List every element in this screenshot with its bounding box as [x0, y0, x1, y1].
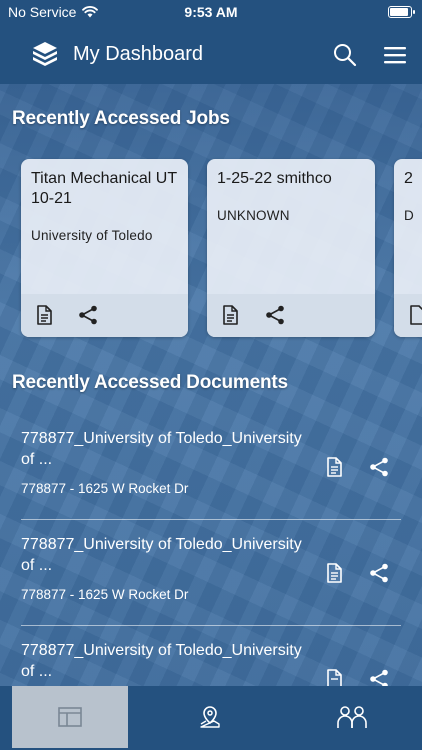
- share-icon[interactable]: [264, 304, 286, 326]
- document-meta: 778877 - 1625 W Rocket Dr: [21, 587, 189, 602]
- job-card[interactable]: 1-25-22 smithco UNKNOWN: [207, 159, 375, 337]
- job-card-subtitle: UNKNOWN: [217, 208, 290, 223]
- job-card-actions: [394, 294, 422, 337]
- map-pin-icon: [200, 706, 220, 728]
- cube-stack-icon: [33, 42, 57, 66]
- document-icon[interactable]: [323, 668, 345, 686]
- dashboard-content[interactable]: Recently Accessed Jobs Titan Mechanical …: [0, 84, 422, 686]
- app-header: My Dashboard: [0, 26, 422, 84]
- job-card-actions: [21, 294, 188, 337]
- document-icon[interactable]: [33, 304, 55, 326]
- battery-icon: [388, 6, 415, 18]
- tab-people[interactable]: [281, 686, 422, 750]
- document-icon[interactable]: [323, 456, 345, 478]
- document-list-item[interactable]: 778877_University of Toledo_University o…: [0, 626, 422, 686]
- page-title: My Dashboard: [73, 43, 204, 65]
- status-bar: No Service 9:53 AM: [0, 0, 422, 26]
- document-list-item[interactable]: 778877_University of Toledo_University o…: [0, 520, 422, 626]
- status-time: 9:53 AM: [184, 4, 238, 20]
- document-title: 778877_University of Toledo_University o…: [21, 430, 302, 468]
- job-card-actions: [207, 294, 375, 337]
- document-icon[interactable]: [406, 304, 422, 326]
- document-icon[interactable]: [323, 562, 345, 584]
- job-card-subtitle: D: [404, 208, 414, 223]
- tab-dashboard[interactable]: [12, 686, 128, 748]
- document-icon[interactable]: [219, 304, 241, 326]
- document-meta: 778877 - 1625 W Rocket Dr: [21, 481, 189, 496]
- document-list-item[interactable]: 778877_University of Toledo_University o…: [0, 414, 422, 520]
- share-icon[interactable]: [368, 562, 390, 584]
- job-card-title: 2: [404, 170, 413, 187]
- job-card[interactable]: Titan Mechanical UT 10-21 University of …: [21, 159, 188, 337]
- document-title: 778877_University of Toledo_University o…: [21, 642, 302, 680]
- tab-map[interactable]: [141, 686, 282, 750]
- job-card-subtitle: University of Toledo: [31, 228, 153, 243]
- share-icon[interactable]: [77, 304, 99, 326]
- dashboard-icon: [58, 707, 82, 727]
- job-card-title: Titan Mechanical UT 10-21: [31, 170, 177, 207]
- share-icon[interactable]: [368, 668, 390, 686]
- document-title: 778877_University of Toledo_University o…: [21, 536, 302, 574]
- people-icon: [337, 706, 367, 728]
- bottom-tab-bar: [0, 686, 422, 750]
- job-card[interactable]: 2 D: [394, 159, 422, 337]
- documents-section-title: Recently Accessed Documents: [12, 372, 288, 393]
- hamburger-menu-icon[interactable]: [383, 44, 407, 66]
- search-icon[interactable]: [332, 42, 358, 68]
- job-card-title: 1-25-22 smithco: [217, 170, 332, 187]
- share-icon[interactable]: [368, 456, 390, 478]
- jobs-section-title: Recently Accessed Jobs: [12, 108, 230, 129]
